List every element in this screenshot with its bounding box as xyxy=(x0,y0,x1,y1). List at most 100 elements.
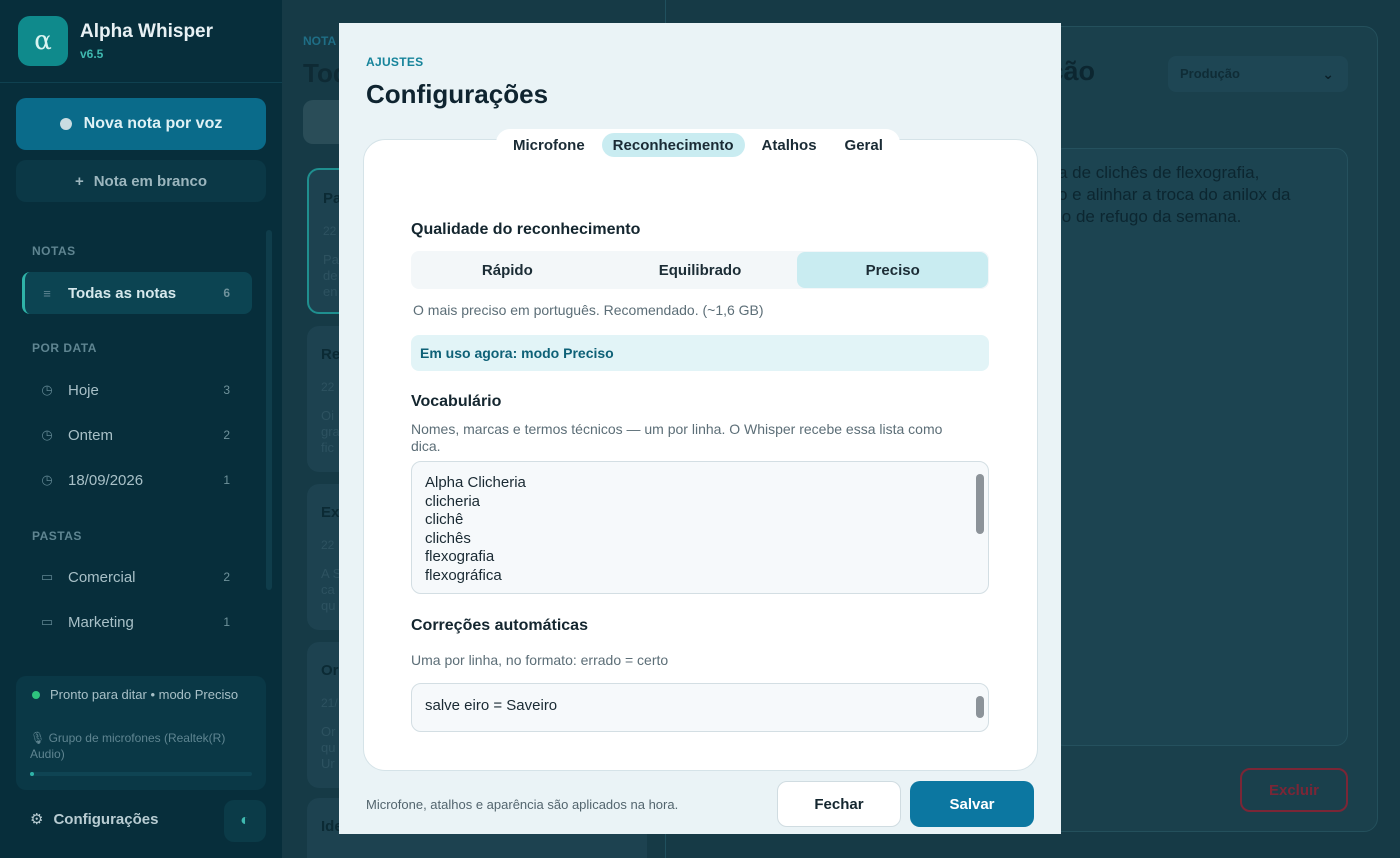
settings-button[interactable]: ⚙ Configurações xyxy=(30,810,159,829)
sidebar-item-all-notes[interactable]: ≡ Todas as notas 6 xyxy=(22,272,252,314)
vocabulary-label: Vocabulário xyxy=(411,393,502,410)
preview-line: Pa xyxy=(323,252,339,267)
status-text-wrap: Pronto para ditar • modo Preciso xyxy=(32,686,252,703)
sidebar-item-yesterday[interactable]: ◷ Ontem 2 xyxy=(22,414,252,456)
corrections-label: Correções automáticas xyxy=(411,617,588,634)
sidebar-item-folder-marketing[interactable]: ▭ Marketing 1 xyxy=(22,601,252,643)
tab-reconhecimento[interactable]: Reconhecimento xyxy=(601,133,745,157)
sidebar-scrollbar[interactable] xyxy=(266,230,272,590)
note-card-date: 22 xyxy=(321,538,335,552)
settings-tabs: Microfone Reconhecimento Atalhos Geral xyxy=(496,129,900,161)
quality-option-rapido[interactable]: Rápido xyxy=(412,252,603,288)
preview-line: en xyxy=(323,284,338,299)
preview-line: qu xyxy=(321,740,336,755)
plus-icon: + xyxy=(74,172,84,190)
sidebar-item-count: 1 xyxy=(223,615,230,629)
audio-level-fill xyxy=(30,772,35,776)
corrections-scrollbar[interactable] xyxy=(976,696,984,718)
preview-line: fic xyxy=(321,440,334,455)
sidebar-item-date[interactable]: ◷ 18/09/2026 1 xyxy=(22,459,252,501)
note-card-date: 21/ xyxy=(321,696,338,710)
folder-icon: ▭ xyxy=(40,569,54,584)
sidebar-item-label: 18/09/2026 xyxy=(68,471,144,489)
sidebar-item-today[interactable]: ◷ Hoje 3 xyxy=(22,369,252,411)
vocabulary-lines: Alpha Clicheria clicheria clichê clichês… xyxy=(425,474,526,586)
microphone-name: Grupo de microfones (Realtek(R) Audio) xyxy=(30,731,226,761)
status-ok-icon xyxy=(32,691,40,699)
quality-option-equilibrado[interactable]: Equilibrado xyxy=(605,252,796,288)
theme-toggle-button[interactable]: ◐ xyxy=(224,800,266,842)
note-card-title: Re xyxy=(321,346,341,363)
corrections-hint: Uma por linha, no formato: errado = cert… xyxy=(411,652,669,668)
preview-line: Ur xyxy=(321,756,335,771)
folder-select[interactable]: Produção ⌄ xyxy=(1168,56,1348,92)
quality-segmented-control: Rápido Equilibrado Preciso xyxy=(411,251,989,289)
sidebar-item-count: 2 xyxy=(223,428,230,442)
sidebar-item-folder-comercial[interactable]: ▭ Comercial 2 xyxy=(22,556,252,598)
microphone-info: 🎙 Grupo de microfones (Realtek(R) Audio) xyxy=(30,730,256,762)
close-button[interactable]: Fechar xyxy=(777,781,901,827)
gear-icon: ⚙ xyxy=(30,811,44,828)
tab-microfone[interactable]: Microfone xyxy=(502,133,596,157)
sidebar-item-label: Hoje xyxy=(68,381,99,399)
record-dot-icon xyxy=(59,118,72,130)
modal-footer-note: Microfone, atalhos e aparência são aplic… xyxy=(366,797,679,812)
vocabulary-line: clichê xyxy=(425,511,464,529)
note-card-preview: Oi gra fic xyxy=(321,408,340,456)
note-card-preview: Pa de en xyxy=(323,252,339,300)
new-blank-note-label: Nota em branco xyxy=(93,172,208,190)
sidebar-item-count: 1 xyxy=(223,473,230,487)
new-voice-note-button[interactable]: Nova nota por voz xyxy=(16,98,266,150)
vocabulary-line: Alpha Clicheria xyxy=(425,474,526,491)
sidebar-item-label: Comercial xyxy=(68,568,136,586)
brand: α Alpha Whisper v6.5 xyxy=(18,16,213,66)
vocabulary-line: clicheria xyxy=(425,492,481,510)
note-card-title: Ex xyxy=(321,504,340,521)
section-title-by-date: POR DATA xyxy=(32,341,97,355)
vocabulary-line: flexográfica xyxy=(425,566,502,584)
quality-option-preciso[interactable]: Preciso xyxy=(797,252,989,288)
quality-hint: O mais preciso em português. Recomendado… xyxy=(413,302,764,318)
preview-line: de xyxy=(323,268,338,283)
quality-label: Qualidade do reconhecimento xyxy=(411,221,641,238)
in-use-banner: Em uso agora: modo Preciso xyxy=(411,335,989,371)
app-name: Alpha Whisper xyxy=(80,21,214,42)
folder-select-value: Produção xyxy=(1180,66,1240,81)
app-logo: α xyxy=(18,16,68,66)
section-title-folders: PASTAS xyxy=(32,529,82,543)
note-card-date: 22 xyxy=(321,380,335,394)
preview-line: Or xyxy=(321,724,336,739)
section-title-notes: NOTAS xyxy=(32,244,76,258)
modal-title: Configurações xyxy=(366,79,549,109)
status-panel: Pronto para ditar • modo Preciso 🎙 Grupo… xyxy=(16,676,266,790)
folder-icon: ▭ xyxy=(40,614,54,629)
sidebar: α Alpha Whisper v6.5 Nova nota por voz +… xyxy=(0,0,282,858)
new-voice-note-label: Nova nota por voz xyxy=(83,115,223,132)
sidebar-item-label: Ontem xyxy=(68,426,114,444)
tab-atalhos[interactable]: Atalhos xyxy=(751,133,828,157)
notes-kicker: NOTA xyxy=(303,34,337,48)
vocabulary-textarea[interactable]: Alpha Clicheria clicheria clichê clichês… xyxy=(411,461,989,594)
note-card-date: 22 xyxy=(323,224,337,238)
note-body-text: a de clichês de flexografia, o e alinhar… xyxy=(1058,162,1348,228)
vocabulary-description: Nomes, marcas e termos técnicos — um por… xyxy=(411,421,943,454)
status-text: Pronto para ditar • modo Preciso xyxy=(50,687,239,702)
save-button[interactable]: Salvar xyxy=(910,781,1034,827)
corrections-textarea[interactable]: salve eiro = Saveiro xyxy=(411,683,989,732)
settings-label: Configurações xyxy=(53,810,159,828)
half-circle-icon: ◐ xyxy=(240,812,250,829)
sidebar-item-label: Marketing xyxy=(68,613,134,631)
audio-level-meter xyxy=(30,772,252,776)
body-line: o e alinhar a troca do anilox da xyxy=(1058,185,1291,204)
note-card-title: Or xyxy=(321,662,339,679)
vocabulary-scrollbar[interactable] xyxy=(976,474,984,534)
list-icon: ≡ xyxy=(43,285,51,301)
delete-button[interactable]: Excluir xyxy=(1240,768,1348,812)
new-blank-note-button[interactable]: + Nota em branco xyxy=(16,160,266,202)
tab-geral[interactable]: Geral xyxy=(834,133,894,157)
corrections-lines: salve eiro = Saveiro xyxy=(425,697,557,716)
divider xyxy=(0,82,282,83)
note-body-input[interactable] xyxy=(1052,148,1348,746)
body-line: io de refugo da semana. xyxy=(1058,207,1242,226)
sidebar-item-count: 6 xyxy=(223,286,230,300)
